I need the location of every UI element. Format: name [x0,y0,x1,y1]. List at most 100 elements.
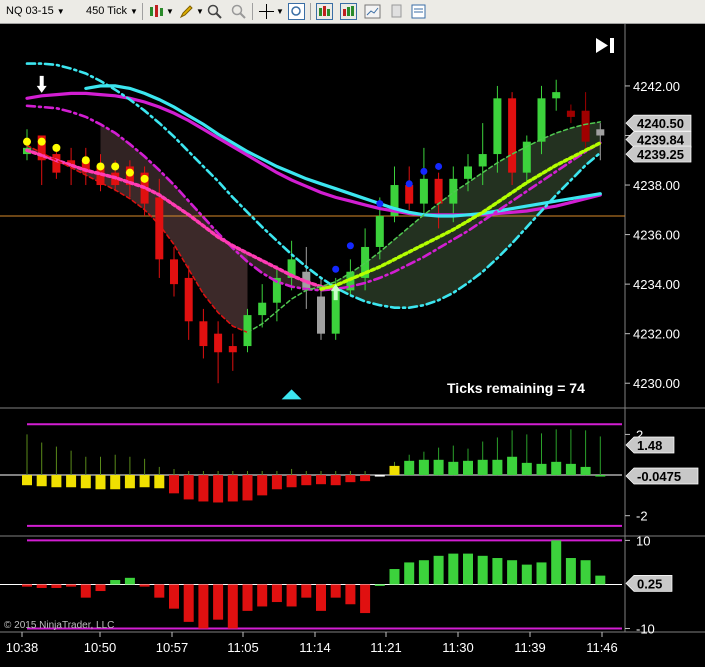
time-tick-label: 11:05 [227,640,259,655]
price-marker-label: 4240.50 [637,116,684,131]
osc1-bar [22,475,32,486]
osc1-bar [463,460,473,476]
osc1-bar [521,462,532,476]
osc2-bar [271,584,282,603]
zoom-out-icon[interactable] [230,3,247,20]
price-marker-label: 4239.84 [637,132,685,147]
crosshair-icon[interactable] [258,3,275,20]
osc2-bar [330,584,341,598]
toolbar-divider [252,3,253,20]
osc2-bar [492,558,503,585]
properties-icon[interactable] [410,3,427,20]
candle-body [375,216,384,247]
strategies-icon[interactable] [340,3,357,20]
draw-pencil-icon[interactable] [178,3,195,20]
osc1-bar [154,475,165,489]
candle-body [419,178,428,204]
signal-dot-yellow [140,174,149,183]
chart-trader-icon[interactable] [364,3,381,20]
osc2-tick-label: 10 [636,533,650,548]
chart-canvas[interactable]: 2-21.48-0.0475 10-100.25 4242.004240.004… [0,24,705,667]
osc1-bar [374,475,385,477]
signal-dot-yellow [125,168,134,177]
osc2-bar [565,558,576,585]
osc1-bar [316,475,326,485]
interval-selector[interactable]: 450 Tick ▼ [86,3,138,20]
osc2-bar [536,562,547,585]
osc1-value-label: 1.48 [637,438,662,453]
osc2-bar [316,584,326,611]
candle-body [214,333,223,353]
signal-dot-blue [435,162,443,170]
osc2-bar [257,584,268,607]
candle-body [581,110,590,142]
signal-dot-yellow [37,137,46,146]
data-box-icon[interactable] [288,3,305,20]
osc2-bar [507,560,518,585]
osc2-bar [345,584,356,605]
osc1-tick-label: -2 [636,509,648,524]
osc1-bar [198,475,209,502]
zoom-in-icon[interactable] [206,3,223,20]
price-tick-label: 4232.00 [633,327,680,342]
chevron-down-icon: ▼ [56,7,65,16]
osc2-bar [169,584,179,609]
osc1-bar [330,475,341,486]
osc2-bar [139,584,150,587]
chevron-down-icon[interactable]: ▼ [276,3,284,20]
osc2-bar [227,584,238,629]
osc1-bar [110,475,121,490]
osc1-bar [51,475,62,488]
osc1-bar [271,475,282,490]
indicators-icon[interactable] [316,3,333,20]
osc2-bar [95,584,106,592]
osc1-bar [286,475,297,488]
osc2-bar [154,584,165,598]
osc2-bar [433,555,444,585]
signal-dot-yellow [81,156,90,165]
osc1-bar [404,460,415,476]
signal-dot-yellow [111,162,120,171]
candle-body [566,110,575,117]
osc1-bar [257,475,268,496]
signal-dot-blue [346,242,354,250]
chevron-down-icon[interactable]: ▼ [196,3,204,20]
signal-dot-blue [332,265,340,273]
time-tick-label: 11:14 [299,640,331,655]
osc2-bar [22,584,32,587]
candle-body [434,178,443,204]
candle-body [258,302,267,316]
osc2-bar [448,553,459,585]
copy-icon[interactable] [388,3,405,20]
osc1-bar [36,475,47,487]
osc2-bar [404,562,415,585]
candle-body [228,346,237,353]
chevron-down-icon[interactable]: ▼ [166,3,174,20]
osc2-bar [301,584,312,598]
bar-style-icon[interactable] [148,3,165,20]
osc2-bar [418,560,429,585]
signal-dot-yellow [52,143,61,152]
time-tick-label: 10:50 [84,640,117,655]
price-tick-label: 4234.00 [633,277,680,292]
price-tick-label: 4242.00 [633,79,680,94]
osc1-bar [536,463,547,476]
osc2-bar [242,584,253,611]
osc2-bar [360,584,371,614]
toolbar-divider [310,3,311,20]
time-tick-label: 11:30 [442,640,474,655]
osc1-bar [448,461,459,476]
osc2-bar [595,575,606,585]
toolbar-divider [142,3,143,20]
candle-body [493,98,502,155]
candle-body [170,259,178,285]
candle-body [508,98,517,173]
osc1-bar [213,475,224,503]
osc1-bar [433,459,444,476]
osc2-bar [124,577,135,585]
time-tick-label: 11:21 [370,640,402,655]
osc2-bar [80,584,91,598]
osc2-bar [36,584,47,588]
osc2-bar [463,553,473,585]
instrument-selector[interactable]: NQ 03-15 ▼ [6,3,65,20]
